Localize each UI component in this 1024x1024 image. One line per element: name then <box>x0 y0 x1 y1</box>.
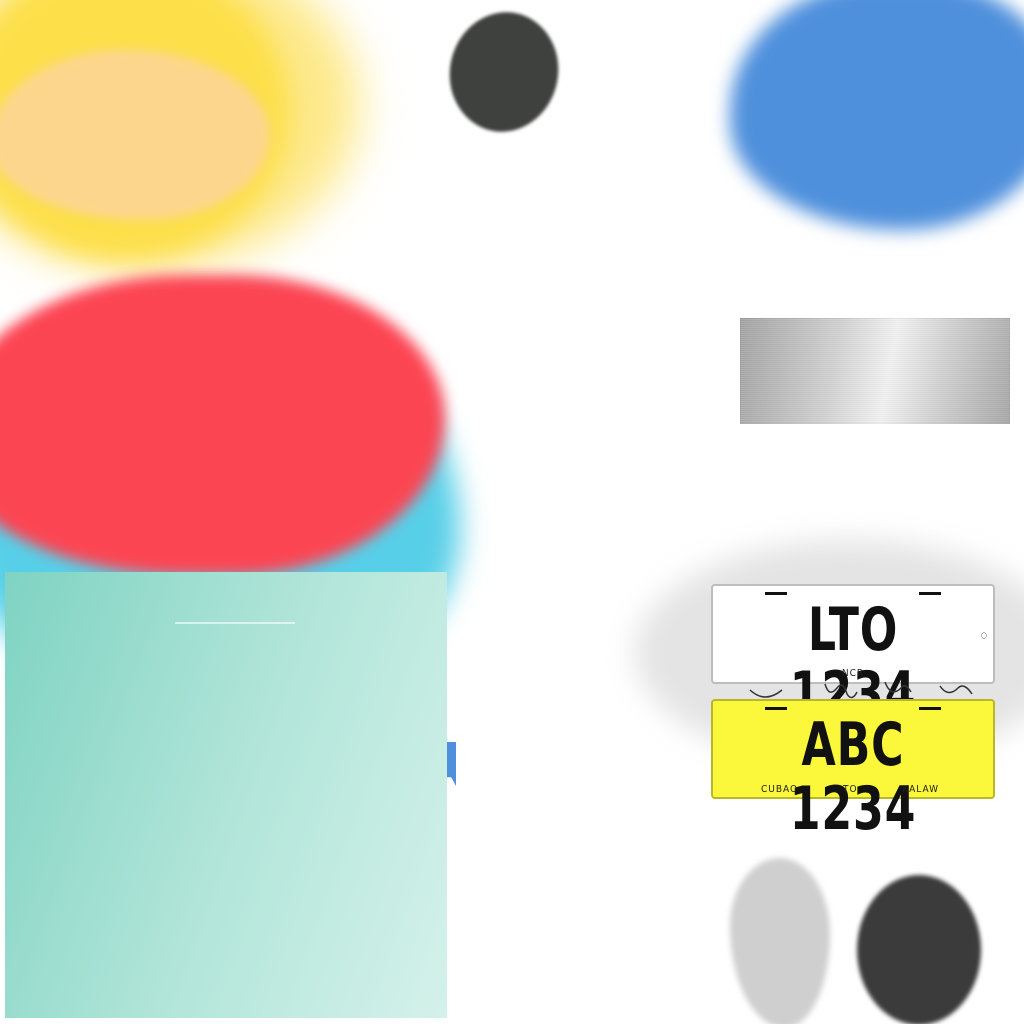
peach-blob <box>0 50 270 220</box>
plate-emblem-icon: ◯ <box>980 632 987 639</box>
plate-route-label: CUBAO TO KALAW <box>761 784 939 795</box>
scribble-marks <box>749 681 973 699</box>
dark-gray-oval-blob <box>857 875 981 1024</box>
dark-oval-blob <box>438 2 570 142</box>
plate-bolt-bar <box>765 592 787 595</box>
blue-blob <box>730 0 1024 230</box>
plate-bolt-bar <box>919 707 941 710</box>
plate-bolt-bar <box>919 592 941 595</box>
mint-streak-line <box>175 622 295 624</box>
license-plate-white: LTO 1234 ◯ NCR <box>711 584 995 726</box>
light-gray-oval-blob <box>730 858 830 1024</box>
plate-number-yellow: ABC 1234 <box>789 710 917 844</box>
mint-square-panel <box>5 572 447 1018</box>
license-plate-yellow: ABC 1234 CUBAO TO KALAW <box>711 699 995 841</box>
plate-bolt-bar <box>765 707 787 710</box>
plate-route-to: KALAW <box>902 784 939 795</box>
plate-route-from: CUBAO <box>761 784 799 795</box>
red-blob <box>0 275 445 575</box>
plate-route-to-word: TO <box>842 784 858 795</box>
brushed-metal-plate <box>740 318 1010 424</box>
abstract-collage-canvas: LTO 1234 ◯ NCR ABC 1234 CUBAO TO KALAW <box>0 0 1024 1024</box>
